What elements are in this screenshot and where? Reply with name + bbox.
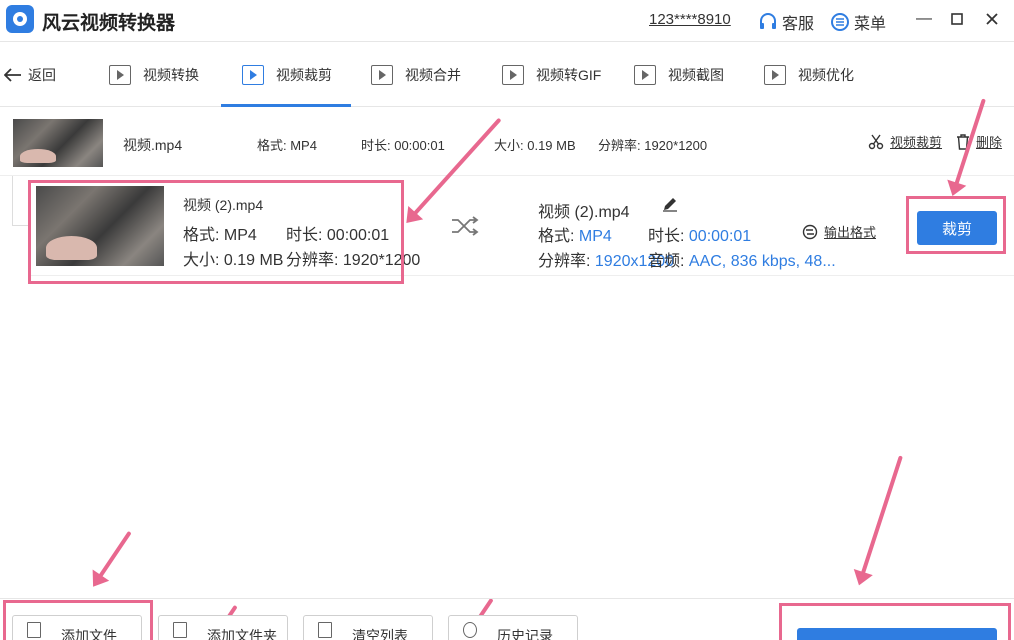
maximize-icon[interactable] (946, 8, 968, 30)
file-duration: 时长: 00:00:01 (361, 138, 445, 153)
add-file-label: 添加文件 (61, 628, 117, 640)
trash-icon (318, 622, 332, 638)
tab-video-crop[interactable]: 视频裁剪 (242, 65, 332, 85)
edit-pencil-icon[interactable] (662, 196, 678, 212)
clear-list-button[interactable]: 清空列表 (303, 615, 433, 640)
file-thumbnail (13, 119, 103, 167)
service-button[interactable]: 客服 (758, 10, 814, 34)
account-link[interactable]: 123****8910 (649, 11, 731, 28)
app-logo-icon (6, 5, 34, 33)
tab-label: 视频转GIF (536, 67, 602, 83)
annotation-arrow (94, 530, 132, 583)
output-duration-value: 00:00:01 (688, 228, 752, 245)
output-audio-label: 音频: (648, 253, 685, 270)
folder-icon (173, 622, 187, 638)
tab-label: 视频转换 (143, 67, 199, 83)
tab-video-to-gif[interactable]: 视频转GIF (502, 65, 601, 85)
scissors-icon (868, 134, 884, 149)
delete-link-label: 删除 (976, 135, 1003, 150)
output-audio: 音频: AAC, 836 kbps, 48... (648, 247, 836, 271)
tab-label: 视频优化 (798, 67, 854, 83)
tab-video-optimize[interactable]: 视频优化 (764, 65, 854, 85)
back-button[interactable]: 返回 (4, 65, 56, 85)
tab-video-merge[interactable]: 视频合并 (371, 65, 461, 85)
output-name: 视频 (2).mp4 (538, 204, 630, 221)
output-duration: 时长: 00:00:01 (648, 222, 751, 246)
delete-link[interactable]: 删除 (956, 132, 1002, 151)
title-bar: 风云视频转换器 123****8910 客服 菜单 — (0, 0, 1014, 42)
output-settings-icon (802, 224, 818, 239)
file-size: 大小: 0.19 MB (494, 138, 576, 153)
app-title: 风云视频转换器 (42, 13, 176, 34)
output-format-link[interactable]: 输出格式 (802, 222, 876, 241)
output-format-label: 格式: (538, 228, 575, 245)
merge-icon (371, 65, 393, 85)
tab-label: 视频截图 (668, 67, 724, 83)
add-file-button[interactable]: 添加文件 (12, 615, 142, 640)
optimize-icon (764, 65, 786, 85)
tab-video-convert[interactable]: 视频转换 (109, 65, 199, 85)
tree-connector (12, 176, 13, 226)
menu-button[interactable]: 菜单 (830, 10, 886, 34)
shuffle-icon (452, 216, 479, 236)
active-tab-indicator (221, 104, 351, 107)
output-format-value: MP4 (578, 228, 612, 245)
menu-label: 菜单 (854, 16, 887, 33)
add-folder-label: 添加文件夹 (207, 628, 277, 640)
output-audio-value: AAC, 836 kbps, 48... (688, 253, 836, 270)
start-convert-button[interactable] (797, 628, 997, 640)
feature-tab-bar: 返回 视频转换 视频裁剪 视频合并 视频转GIF 视频截图 视频优化 (0, 43, 1014, 107)
output-resolution-label: 分辨率: (538, 253, 591, 270)
tab-video-screenshot[interactable]: 视频截图 (634, 65, 724, 85)
service-label: 客服 (782, 16, 815, 33)
file-resolution: 分辨率: 1920*1200 (598, 138, 708, 153)
back-label: 返回 (28, 67, 56, 83)
crop-video-icon (242, 65, 264, 85)
add-folder-button[interactable]: 添加文件夹 (158, 615, 288, 640)
file-format: 格式: MP4 (257, 138, 317, 153)
file-name: 视频.mp4 (123, 137, 183, 153)
convert-icon (109, 65, 131, 85)
file-row: 视频.mp4 格式: MP4 时长: 00:00:01 大小: 0.19 MB … (0, 108, 1014, 176)
file-icon (27, 622, 41, 638)
headset-icon (760, 13, 776, 29)
annotation-highlight-crop-button (906, 196, 1006, 254)
video-crop-link-label: 视频裁剪 (890, 135, 943, 150)
history-label: 历史记录 (497, 628, 553, 640)
output-format-link-label: 输出格式 (824, 225, 877, 240)
clear-list-label: 清空列表 (352, 628, 408, 640)
tab-label: 视频合并 (405, 67, 461, 83)
history-button[interactable]: 历史记录 (448, 615, 578, 640)
tree-connector (12, 225, 28, 226)
video-crop-link[interactable]: 视频裁剪 (868, 132, 942, 151)
gif-icon (502, 65, 524, 85)
output-format: 格式: MP4 (538, 222, 612, 246)
output-duration-label: 时长: (648, 228, 685, 245)
menu-icon (831, 13, 849, 31)
history-icon (463, 622, 477, 638)
annotation-arrow (858, 455, 903, 581)
arrow-left-icon (4, 68, 21, 82)
annotation-highlight-clip-info (28, 180, 404, 284)
tab-label: 视频裁剪 (276, 67, 332, 83)
close-icon[interactable] (981, 8, 1003, 30)
minimize-icon[interactable]: — (913, 8, 935, 30)
screenshot-icon (634, 65, 656, 85)
